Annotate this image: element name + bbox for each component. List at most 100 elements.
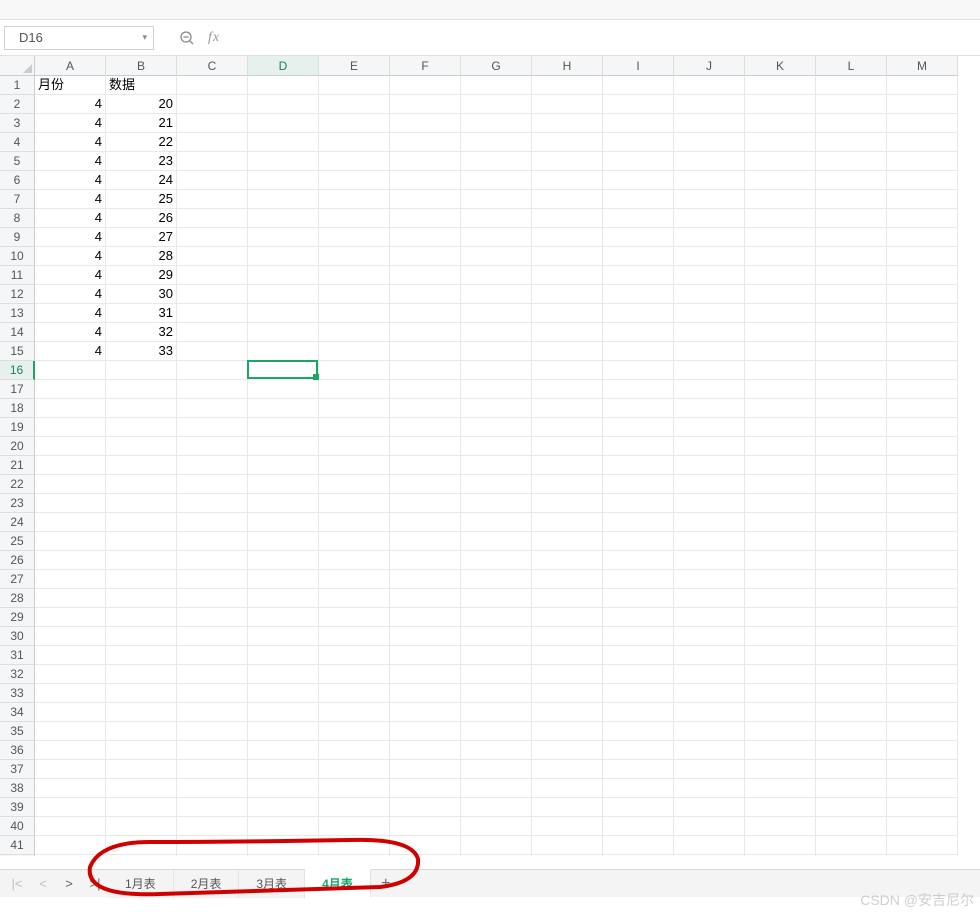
sheet-tab[interactable]: 1月表: [108, 870, 174, 898]
cell[interactable]: [887, 741, 958, 760]
column-header[interactable]: B: [106, 56, 177, 76]
cell[interactable]: [390, 836, 461, 855]
cell[interactable]: [532, 399, 603, 418]
cell[interactable]: [887, 418, 958, 437]
row-header[interactable]: 3: [0, 114, 35, 133]
cell[interactable]: [390, 608, 461, 627]
cell[interactable]: [532, 323, 603, 342]
cell[interactable]: [532, 475, 603, 494]
cell[interactable]: 数据: [106, 76, 177, 95]
cell[interactable]: [106, 760, 177, 779]
cell[interactable]: [603, 475, 674, 494]
cell[interactable]: [248, 323, 319, 342]
add-sheet-button[interactable]: +: [371, 870, 401, 898]
cell[interactable]: [887, 855, 958, 856]
cell[interactable]: [532, 760, 603, 779]
cell[interactable]: [319, 209, 390, 228]
cell[interactable]: [887, 817, 958, 836]
cell[interactable]: [248, 285, 319, 304]
row-header[interactable]: 13: [0, 304, 35, 323]
cell[interactable]: [390, 760, 461, 779]
row-header[interactable]: 31: [0, 646, 35, 665]
cell[interactable]: [674, 779, 745, 798]
cell[interactable]: [816, 589, 887, 608]
cell[interactable]: [106, 722, 177, 741]
cell[interactable]: [248, 475, 319, 494]
cell[interactable]: [248, 304, 319, 323]
cell[interactable]: [248, 437, 319, 456]
cell[interactable]: [390, 228, 461, 247]
cell[interactable]: 4: [35, 304, 106, 323]
cell[interactable]: [532, 437, 603, 456]
cell[interactable]: [390, 95, 461, 114]
cell[interactable]: [35, 456, 106, 475]
cell[interactable]: [35, 684, 106, 703]
cell[interactable]: [319, 532, 390, 551]
cell[interactable]: [390, 551, 461, 570]
cell[interactable]: [248, 133, 319, 152]
cell[interactable]: [532, 133, 603, 152]
cell[interactable]: [745, 798, 816, 817]
cell[interactable]: [887, 589, 958, 608]
cell[interactable]: [887, 475, 958, 494]
row-header[interactable]: 21: [0, 456, 35, 475]
cell[interactable]: [177, 399, 248, 418]
cell[interactable]: [745, 152, 816, 171]
cell[interactable]: [390, 532, 461, 551]
cell[interactable]: [674, 798, 745, 817]
cell[interactable]: [603, 627, 674, 646]
cell[interactable]: [461, 722, 532, 741]
cell[interactable]: [106, 570, 177, 589]
cell[interactable]: [35, 817, 106, 836]
cell[interactable]: [390, 494, 461, 513]
cell[interactable]: [745, 456, 816, 475]
sheet-tab[interactable]: 3月表: [239, 870, 305, 898]
cell[interactable]: [745, 304, 816, 323]
cell[interactable]: [674, 646, 745, 665]
row-header[interactable]: 24: [0, 513, 35, 532]
cell[interactable]: [177, 285, 248, 304]
cell[interactable]: [887, 513, 958, 532]
cell[interactable]: [106, 475, 177, 494]
cell[interactable]: [319, 475, 390, 494]
cell[interactable]: [390, 722, 461, 741]
cell[interactable]: [816, 608, 887, 627]
cell[interactable]: [177, 532, 248, 551]
cell[interactable]: [177, 361, 248, 380]
cell[interactable]: [461, 646, 532, 665]
zoom-out-icon[interactable]: [172, 26, 202, 50]
cell[interactable]: [603, 551, 674, 570]
cell[interactable]: [674, 836, 745, 855]
cell[interactable]: [603, 456, 674, 475]
cell[interactable]: [390, 418, 461, 437]
cell[interactable]: [106, 494, 177, 513]
sheet-tab[interactable]: 2月表: [174, 870, 240, 898]
cell[interactable]: 22: [106, 133, 177, 152]
cell[interactable]: [532, 304, 603, 323]
cell[interactable]: [177, 722, 248, 741]
cell[interactable]: [35, 513, 106, 532]
row-header[interactable]: 9: [0, 228, 35, 247]
formula-input[interactable]: [228, 26, 972, 50]
cell[interactable]: [461, 551, 532, 570]
cell[interactable]: [603, 266, 674, 285]
tab-nav-first-icon[interactable]: |<: [4, 870, 30, 898]
cell[interactable]: 4: [35, 323, 106, 342]
cell[interactable]: [35, 494, 106, 513]
cell[interactable]: [35, 798, 106, 817]
cell[interactable]: [106, 798, 177, 817]
cell[interactable]: [461, 285, 532, 304]
cell[interactable]: [745, 703, 816, 722]
cell[interactable]: [35, 741, 106, 760]
cell[interactable]: [603, 228, 674, 247]
cell[interactable]: 25: [106, 190, 177, 209]
cell[interactable]: [390, 304, 461, 323]
cell[interactable]: [603, 703, 674, 722]
cell[interactable]: [887, 798, 958, 817]
cell[interactable]: [887, 228, 958, 247]
cell[interactable]: [532, 418, 603, 437]
cell[interactable]: [35, 665, 106, 684]
cell[interactable]: [319, 817, 390, 836]
cell[interactable]: [816, 133, 887, 152]
cell[interactable]: [106, 817, 177, 836]
